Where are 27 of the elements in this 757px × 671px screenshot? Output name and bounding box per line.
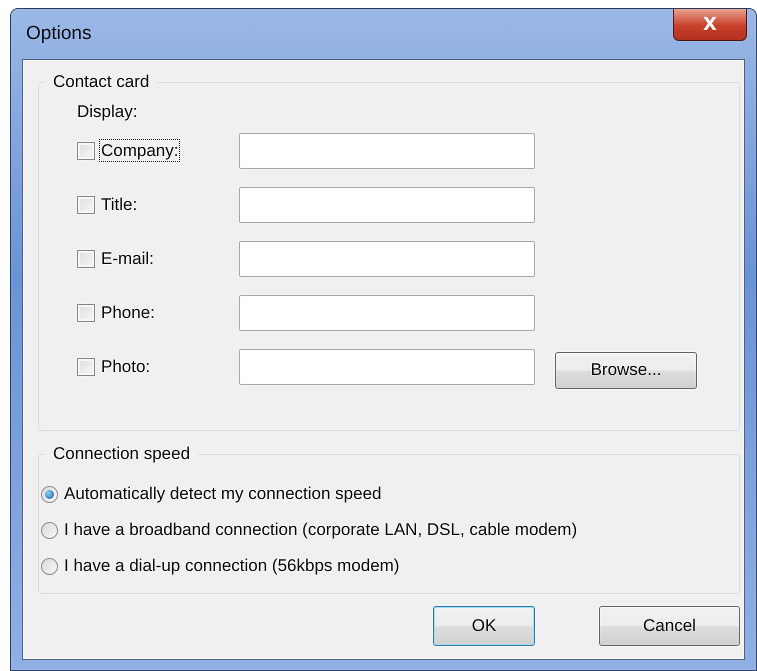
window-title: Options — [25, 23, 92, 45]
input-field[interactable] — [239, 133, 535, 169]
cancel-button[interactable]: Cancel — [599, 606, 740, 646]
checkbox[interactable] — [77, 250, 95, 268]
radio-label[interactable]: I have a dial-up connection (56kbps modem) — [64, 556, 400, 576]
radio-label[interactable]: Automatically detect my connection speed — [64, 484, 382, 504]
checkbox-label[interactable]: E-mail: — [99, 247, 156, 270]
close-button[interactable]: X — [673, 9, 747, 41]
radio-label[interactable]: I have a broadband connection (corporate LAN, DSL, cable modem) — [64, 520, 578, 540]
checkbox-label[interactable]: Company: — [99, 139, 180, 162]
radio-button[interactable] — [41, 558, 58, 574]
display-label: Display: — [77, 101, 138, 123]
input-field[interactable] — [239, 187, 535, 223]
input-field[interactable] — [239, 241, 535, 277]
checkbox[interactable] — [77, 304, 95, 322]
browse-button[interactable]: Browse... — [555, 352, 697, 388]
radio-button[interactable] — [41, 486, 58, 502]
checkbox[interactable] — [77, 196, 95, 214]
checkbox-label[interactable]: Phone: — [99, 301, 157, 324]
checkbox[interactable] — [77, 358, 95, 376]
checkbox-label[interactable]: Photo: — [99, 355, 152, 378]
checkbox-label[interactable]: Title: — [99, 193, 140, 216]
ok-button[interactable]: OK — [433, 606, 535, 646]
checkbox[interactable] — [77, 142, 95, 160]
radio-button[interactable] — [41, 522, 58, 538]
input-field[interactable] — [239, 295, 535, 331]
input-field[interactable] — [239, 349, 535, 385]
